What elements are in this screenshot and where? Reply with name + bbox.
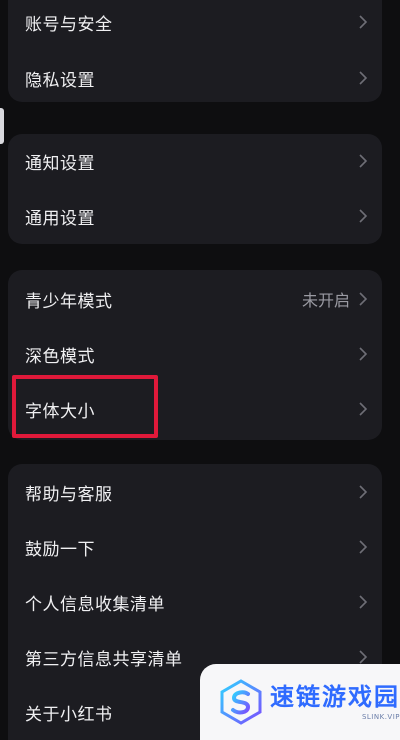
settings-item-help-support[interactable]: 帮助与客服 [8, 470, 382, 514]
watermark-title: 速链游戏园 [270, 683, 400, 711]
settings-item-label: 通用设置 [25, 208, 95, 229]
chevron-right-icon [359, 292, 368, 306]
settings-item-dark-mode[interactable]: 深色模式 [8, 332, 382, 376]
settings-item-label: 青少年模式 [25, 291, 113, 312]
chevron-right-icon [359, 154, 368, 168]
highlight-annotation [12, 375, 158, 438]
watermark-subtitle: SLINK.VIP [361, 713, 400, 721]
chevron-right-icon [359, 15, 368, 29]
settings-item-label: 深色模式 [25, 346, 95, 367]
settings-item-notifications[interactable]: 通知设置 [8, 139, 382, 183]
settings-item-general[interactable]: 通用设置 [8, 194, 382, 238]
chevron-right-icon [359, 402, 368, 416]
settings-item-account-security[interactable]: 账号与安全 [8, 0, 382, 44]
settings-item-label: 隐私设置 [25, 70, 95, 91]
settings-item-label: 第三方信息共享清单 [25, 649, 183, 670]
chevron-right-icon [359, 209, 368, 223]
teen-mode-status: 未开启 [301, 291, 350, 310]
settings-item-label: 账号与安全 [25, 14, 113, 35]
settings-item-encourage[interactable]: 鼓励一下 [8, 525, 382, 569]
edge-handle [0, 108, 4, 144]
chevron-right-icon [359, 485, 368, 499]
settings-item-label: 帮助与客服 [25, 484, 113, 505]
settings-item-personal-info-list[interactable]: 个人信息收集清单 [8, 580, 382, 624]
settings-item-label: 鼓励一下 [25, 539, 95, 560]
settings-screen: 账号与安全 隐私设置 通知设置 通用设置 青少年模式 未开启 深色模式 字体大小… [0, 0, 400, 740]
settings-item-label: 通知设置 [25, 153, 95, 174]
s-logo-icon [220, 679, 262, 725]
chevron-right-icon [359, 71, 368, 85]
settings-item-label: 关于小红书 [25, 704, 113, 725]
settings-item-label: 个人信息收集清单 [25, 594, 165, 615]
chevron-right-icon [359, 347, 368, 361]
settings-item-privacy[interactable]: 隐私设置 [8, 56, 382, 100]
chevron-right-icon [359, 595, 368, 609]
watermark-badge: 速链游戏园 SLINK.VIP [200, 664, 400, 740]
chevron-right-icon [359, 650, 368, 664]
chevron-right-icon [359, 540, 368, 554]
settings-item-teen-mode[interactable]: 青少年模式 未开启 [8, 277, 382, 321]
